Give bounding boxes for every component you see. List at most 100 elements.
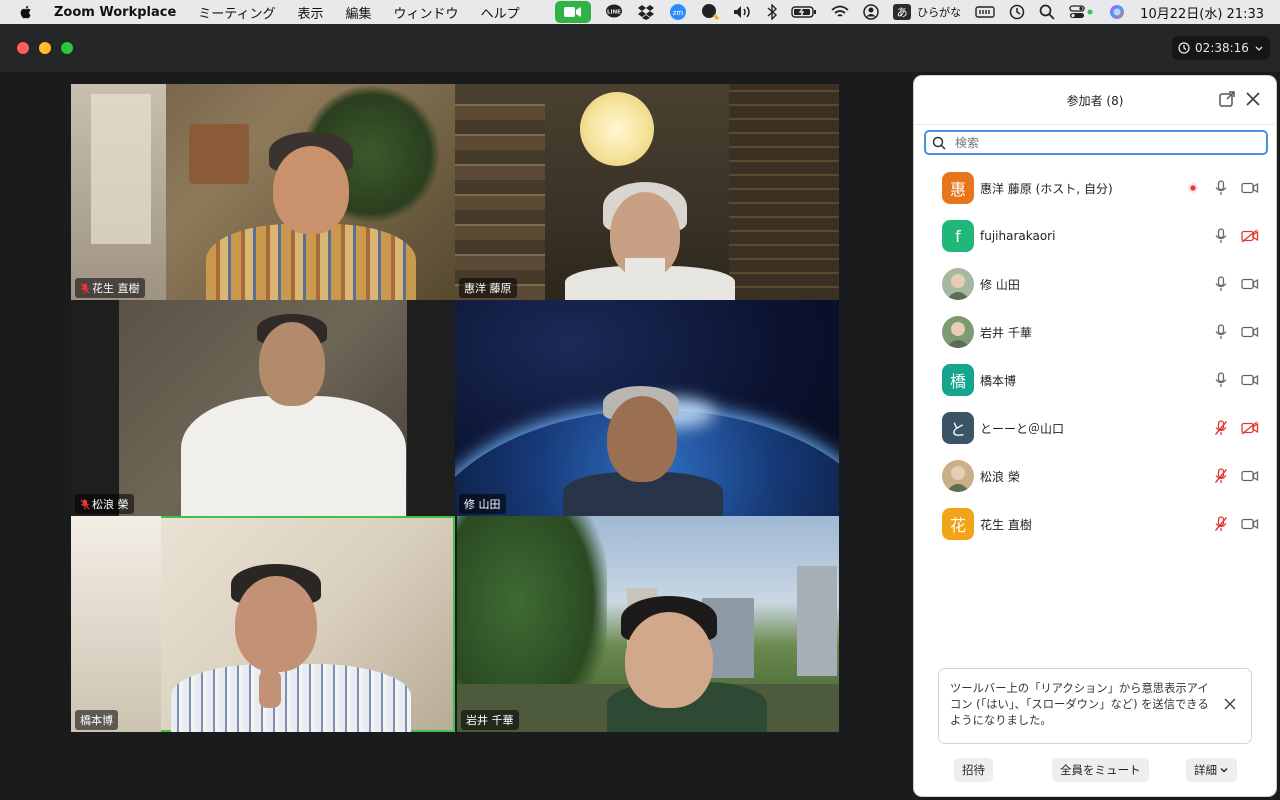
apple-logo-icon[interactable] (18, 4, 34, 20)
participant-name: 修 山田 (464, 498, 501, 511)
video-icon[interactable] (1241, 277, 1259, 291)
participant-row[interactable]: 岩井 千華 (914, 308, 1276, 356)
mic-icon[interactable] (1214, 372, 1228, 388)
svg-text:LINE: LINE (607, 10, 621, 16)
svg-text:zm: zm (673, 9, 684, 17)
participant-row[interactable]: 惠惠洋 藤原 (ホスト, 自分) (914, 164, 1276, 212)
app-name-menu[interactable]: Zoom Workplace (54, 5, 176, 20)
search-icon (932, 136, 946, 150)
mic-muted-icon[interactable] (1214, 468, 1228, 484)
menubar-status-items: LINE zm あひらがな 10月22日(水) 21:33 (548, 0, 1280, 24)
video-tile[interactable]: 惠洋 藤原 (455, 84, 839, 300)
menu-edit[interactable]: 編集 (346, 3, 372, 22)
video-tile[interactable]: 花生 直樹 (71, 84, 455, 300)
search-input[interactable] (953, 134, 1257, 151)
video-tile[interactable]: 岩井 千華 (457, 516, 839, 732)
ime-glyph: あ (893, 4, 912, 20)
participant-row[interactable]: f fujiharakaori (914, 212, 1276, 260)
video-icon[interactable] (1241, 517, 1259, 531)
close-window-button[interactable] (17, 42, 29, 54)
battery-icon[interactable] (791, 0, 817, 24)
volume-icon[interactable] (733, 0, 753, 24)
control-center-icon[interactable] (1069, 0, 1095, 24)
video-icon[interactable] (1241, 469, 1259, 483)
avatar: と (942, 412, 974, 444)
zoom-video-status-icon[interactable] (555, 0, 592, 24)
reaction-tip-notice: ツールバー上の「リアクション」から意思表示アイコン (「はい」、「スローダウン」… (938, 668, 1252, 744)
video-tile[interactable]: 修 山田 (455, 300, 839, 516)
mic-muted-icon (80, 283, 90, 293)
menu-view[interactable]: 表示 (298, 3, 324, 22)
mic-icon[interactable] (1214, 324, 1228, 340)
mute-all-button[interactable]: 全員をミュート (1052, 758, 1149, 782)
menu-help[interactable]: ヘルプ (481, 3, 520, 22)
participant-name-label: 惠洋 藤原 (459, 278, 517, 298)
mic-muted-icon (80, 499, 90, 509)
zoom-window-button[interactable] (61, 42, 73, 54)
keyboard-stats-icon[interactable] (975, 0, 995, 24)
participant-name: fujiharakaori (980, 229, 1056, 243)
dropbox-icon[interactable] (637, 0, 655, 24)
notice-text: ツールバー上の「リアクション」から意思表示アイコン (「はい」、「スローダウン」… (950, 682, 1209, 727)
participant-name-label: 松浪 榮 (75, 494, 134, 514)
video-icon[interactable] (1241, 181, 1259, 195)
mic-icon[interactable] (1214, 276, 1228, 292)
invite-button[interactable]: 招待 (954, 758, 993, 782)
spotlight-search-icon[interactable] (1039, 0, 1055, 24)
mic-muted-icon[interactable] (1214, 420, 1228, 436)
participants-footer: 招待 全員をミュート 詳細 (914, 752, 1276, 796)
ime-label: ひらがな (917, 6, 962, 19)
menu-meeting[interactable]: ミーティング (198, 3, 275, 22)
mic-icon[interactable] (1214, 228, 1228, 244)
more-button[interactable]: 詳細 (1186, 758, 1237, 782)
participants-panel: 参加者 (8) 惠惠洋 藤原 (ホスト, 自分) f fujiharakaori 修 … (914, 76, 1276, 796)
avatar (942, 460, 974, 492)
participant-name: 岩井 千華 (980, 325, 1032, 340)
meeting-timer[interactable]: 02:38:16 (1172, 36, 1270, 60)
time-machine-icon[interactable] (1009, 0, 1025, 24)
participant-name: 惠洋 藤原 (ホスト, 自分) (980, 181, 1113, 196)
participant-name-label: 橋本博 (75, 710, 118, 730)
video-icon[interactable] (1241, 373, 1259, 387)
caffeine-icon[interactable] (701, 0, 720, 24)
menu-window[interactable]: ウィンドウ (394, 3, 459, 22)
window-titlebar: 02:38:16 (0, 24, 1280, 72)
participant-row[interactable]: ととーーと＠山口 (914, 404, 1276, 452)
menu-bar: Zoom Workplace ミーティング 表示 編集 ウィンドウ ヘルプ LI… (0, 0, 1280, 24)
avatar: 花 (942, 508, 974, 540)
participant-search-field[interactable] (924, 130, 1268, 155)
video-off-icon[interactable] (1241, 229, 1259, 243)
participant-name: 橋本博 (80, 714, 113, 727)
video-off-icon[interactable] (1241, 421, 1259, 435)
user-account-icon[interactable] (863, 0, 879, 24)
close-icon[interactable] (1244, 90, 1262, 108)
participant-name-label: 岩井 千華 (461, 710, 519, 730)
input-method-icon[interactable]: あひらがな (893, 0, 961, 24)
zoom-menubar-icon[interactable]: zm (669, 0, 687, 24)
timer-text: 02:38:16 (1195, 41, 1249, 55)
close-icon[interactable] (1223, 697, 1237, 711)
participant-row[interactable]: 橋橋本博 (914, 356, 1276, 404)
participant-name: 岩井 千華 (466, 714, 514, 727)
participant-name: 花生 直樹 (980, 517, 1032, 532)
pop-out-icon[interactable] (1218, 90, 1236, 108)
participant-row[interactable]: 花花生 直樹 (914, 500, 1276, 548)
line-icon[interactable]: LINE (605, 0, 623, 24)
participant-row[interactable]: 松浪 榮 (914, 452, 1276, 500)
participant-name: 修 山田 (980, 277, 1020, 292)
mic-icon[interactable] (1214, 180, 1228, 196)
video-icon[interactable] (1241, 325, 1259, 339)
menubar-clock[interactable]: 10月22日(水) 21:33 (1140, 3, 1264, 22)
bluetooth-icon[interactable] (767, 0, 778, 24)
video-tile[interactable]: 松浪 榮 (71, 300, 455, 516)
siri-icon[interactable] (1109, 0, 1125, 24)
minimize-window-button[interactable] (39, 42, 51, 54)
participants-panel-title: 参加者 (8) (1066, 93, 1124, 108)
wifi-icon[interactable] (831, 0, 849, 24)
mic-muted-icon[interactable] (1214, 516, 1228, 532)
video-tile-active-speaker[interactable]: 橋本博 (71, 516, 455, 732)
participant-row[interactable]: 修 山田 (914, 260, 1276, 308)
avatar: 惠 (942, 172, 974, 204)
clock-icon (1178, 42, 1190, 54)
avatar (942, 268, 974, 300)
